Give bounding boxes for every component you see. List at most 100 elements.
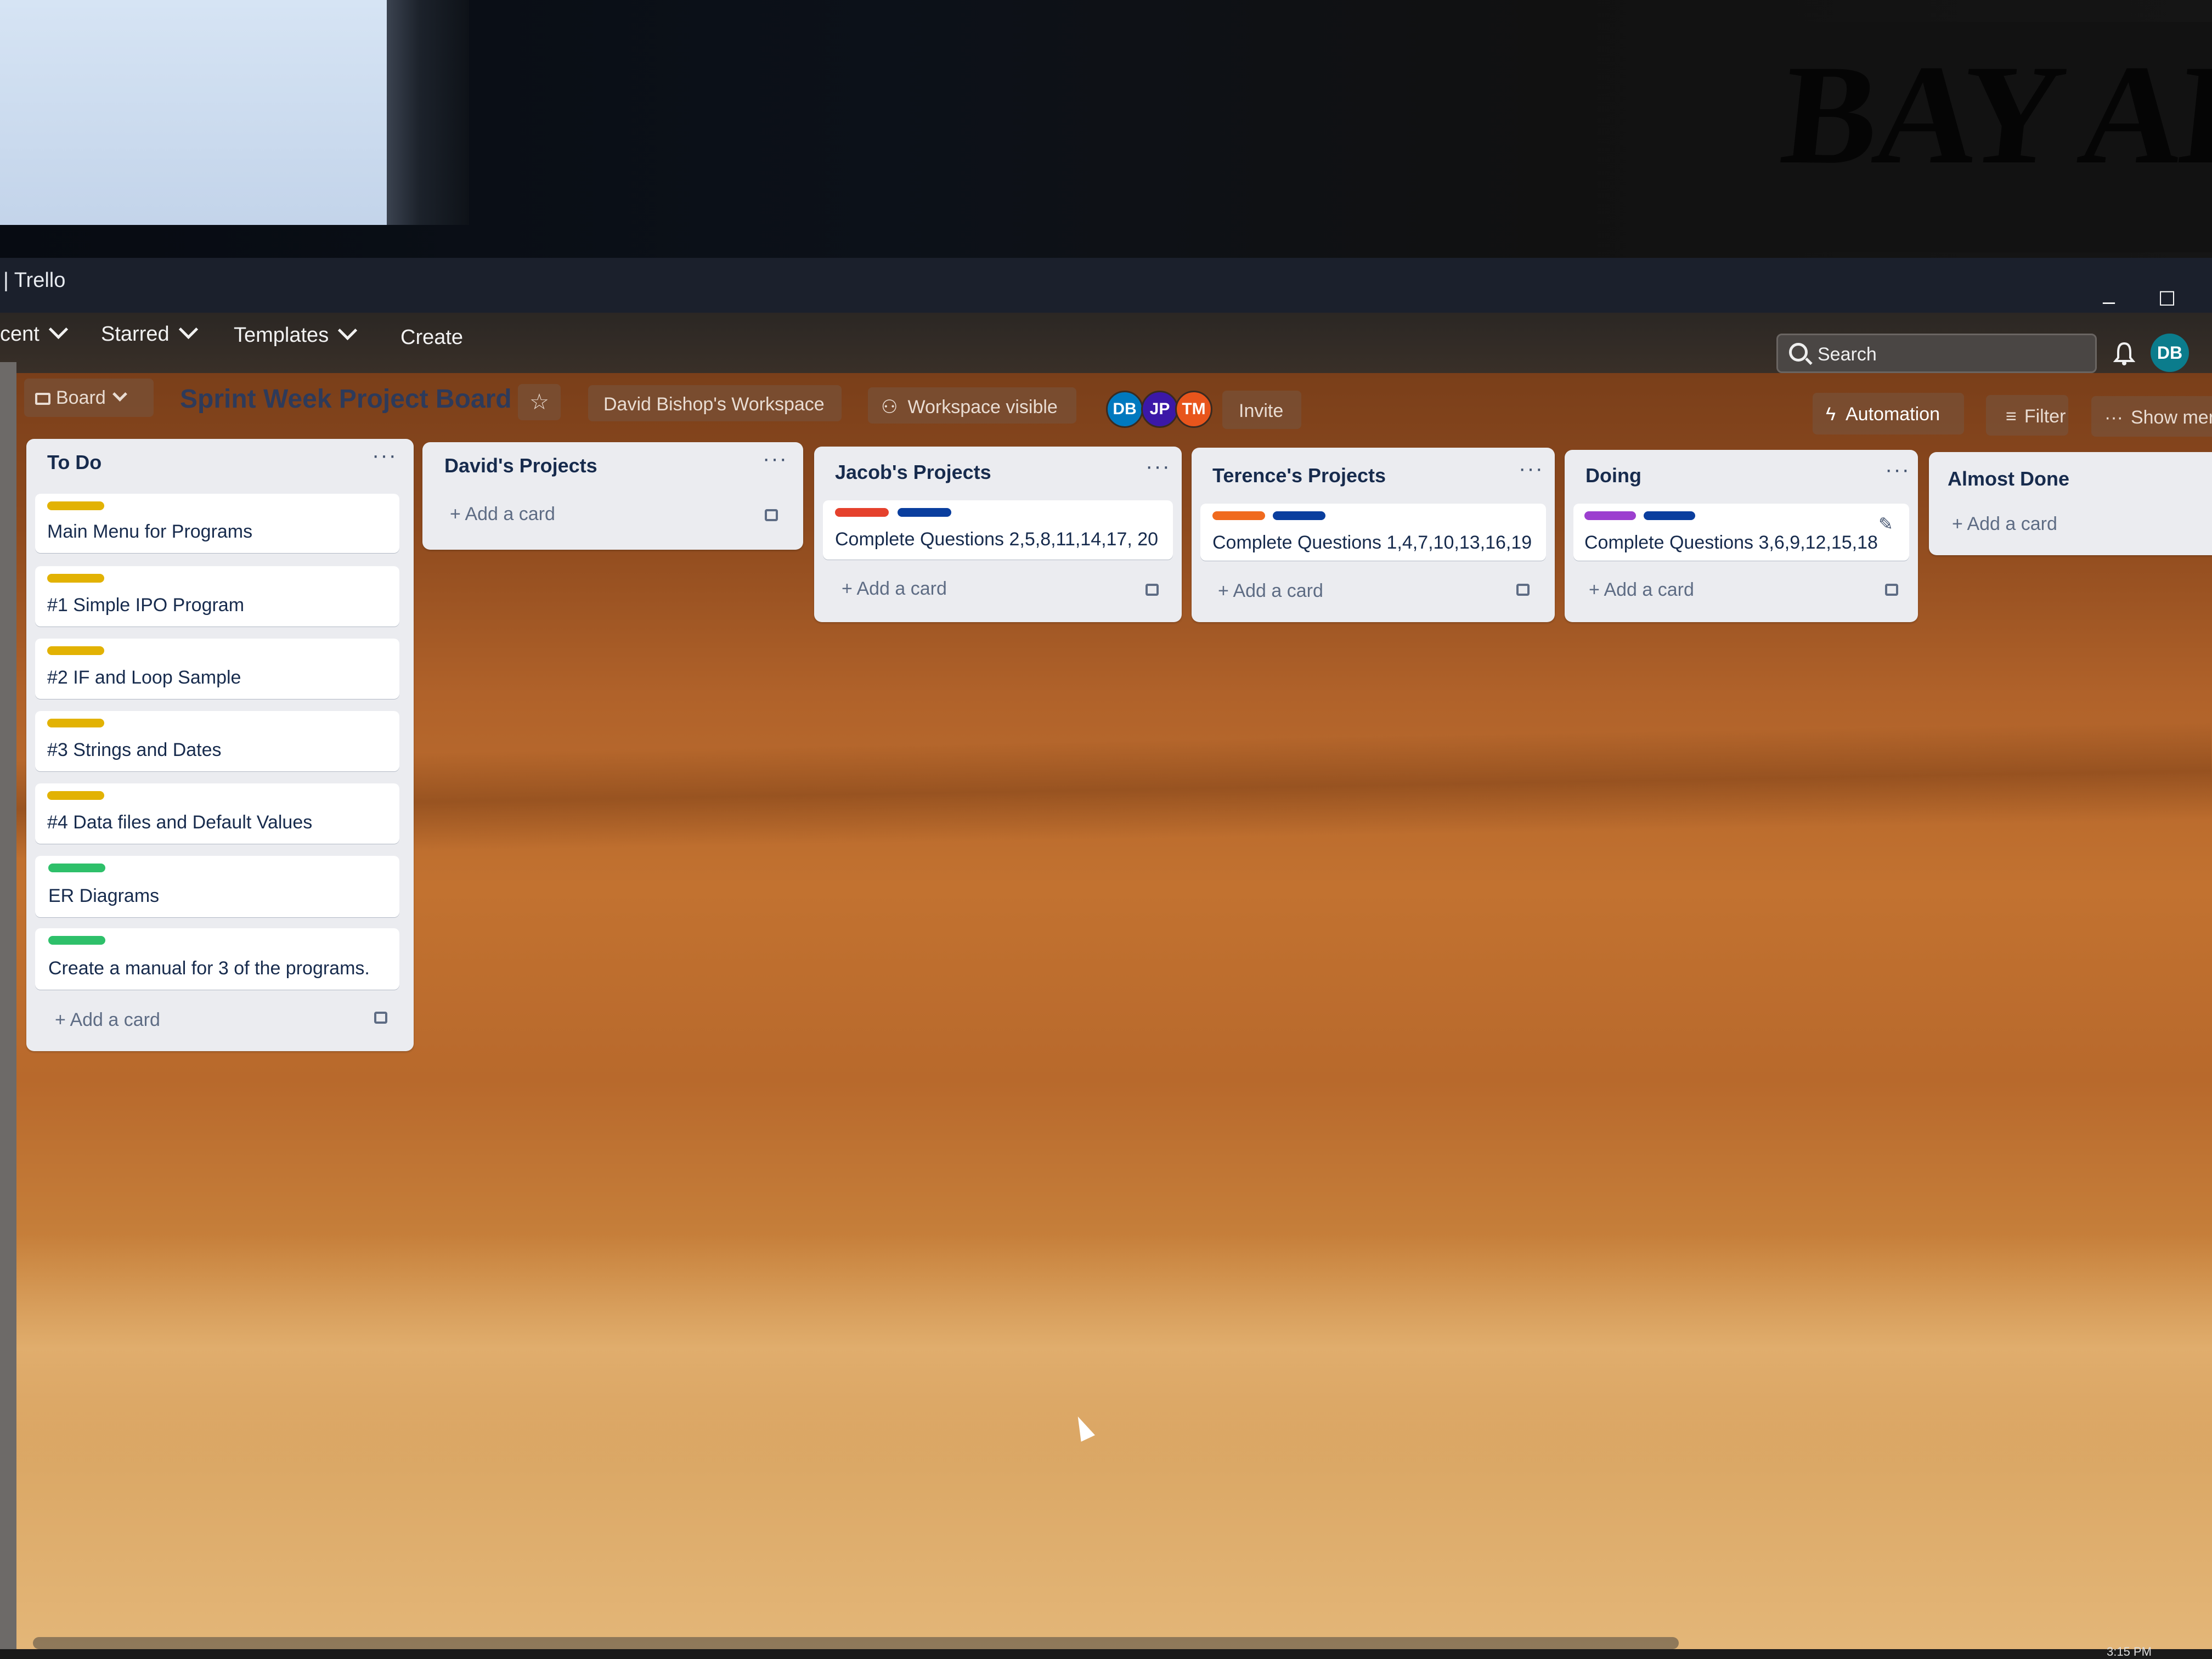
card-label (47, 719, 104, 727)
card[interactable]: #1 Simple IPO Program (35, 566, 399, 627)
add-card-label: Add a card (1967, 514, 2057, 534)
background-window-light (0, 0, 387, 225)
window-title: | Trello (3, 269, 66, 292)
card[interactable]: Main Menu for Programs (35, 494, 399, 553)
member-avatar-jp[interactable]: JP (1141, 391, 1178, 428)
card-template-icon[interactable] (1516, 584, 1530, 596)
card-label (48, 864, 105, 872)
list-title[interactable]: Doing (1585, 464, 1641, 487)
background-window-frame (387, 0, 469, 225)
add-card-label: Add a card (1233, 580, 1323, 601)
list-almost-done: Almost Done + Add a card (1929, 452, 2212, 555)
card[interactable]: Complete Questions 1,4,7,10,13,16,19 (1200, 504, 1546, 561)
add-card-label: Add a card (1604, 579, 1694, 600)
workspace-button[interactable]: David Bishop's Workspace (588, 385, 842, 421)
board-view-switcher[interactable]: Board (24, 379, 154, 417)
card-title: Complete Questions 1,4,7,10,13,16,19 (1212, 532, 1532, 553)
chevron-down-icon (112, 387, 127, 402)
list-title[interactable]: David's Projects (444, 454, 597, 477)
add-card-button[interactable]: + Add a card (1589, 579, 1694, 601)
search-placeholder: Search (1818, 344, 1877, 365)
card-template-icon[interactable] (765, 509, 778, 521)
filter-icon: ≡ (2006, 406, 2017, 427)
automation-button[interactable]: ϟ Automation (1813, 393, 1964, 435)
card[interactable]: #2 IF and Loop Sample (35, 639, 399, 699)
invite-button[interactable]: Invite (1222, 391, 1301, 429)
list-title[interactable]: To Do (47, 451, 101, 474)
list-jacobs-projects: Jacob's Projects ··· Complete Questions … (814, 447, 1182, 622)
card[interactable]: #3 Strings and Dates (35, 711, 399, 771)
nav-starred-label: Starred (101, 323, 170, 346)
list-title[interactable]: Terence's Projects (1212, 464, 1386, 487)
add-card-button[interactable]: + Add a card (450, 504, 555, 525)
horizontal-scrollbar[interactable] (33, 1637, 1679, 1649)
show-menu-label: Show mer (2130, 407, 2212, 428)
member-avatar-tm[interactable]: TM (1175, 391, 1212, 428)
list-menu-icon[interactable]: ··· (1146, 455, 1170, 477)
list-davids-projects: David's Projects ··· + Add a card (422, 442, 803, 550)
title-bar (0, 258, 2212, 313)
visibility-button[interactable]: ⚇ Workspace visible (868, 387, 1076, 424)
show-menu-button[interactable]: ··· Show mer (2091, 396, 2212, 437)
star-icon: ☆ (529, 390, 549, 414)
visibility-label: Workspace visible (907, 397, 1058, 417)
list-terences-projects: Terence's Projects ··· Complete Question… (1192, 448, 1555, 622)
bell-icon[interactable] (2113, 341, 2135, 365)
card[interactable]: ER Diagrams (35, 856, 399, 917)
card-template-icon[interactable] (374, 1012, 387, 1024)
card-title: #4 Data files and Default Values (47, 812, 313, 833)
list-doing: Doing ··· Complete Questions 3,6,9,12,15… (1565, 450, 1918, 622)
card-title: ER Diagrams (48, 885, 160, 906)
add-card-button[interactable]: + Add a card (1218, 580, 1323, 602)
add-card-button[interactable]: + Add a card (55, 1009, 160, 1031)
nav-templates[interactable]: Templates (234, 320, 358, 347)
search-icon (1789, 343, 1808, 362)
list-menu-icon[interactable]: ··· (372, 444, 396, 466)
card-label (47, 791, 104, 800)
chevron-down-icon (178, 319, 198, 340)
list-menu-icon[interactable]: ··· (1885, 459, 1909, 481)
nav-templates-label: Templates (234, 324, 329, 347)
plus-icon: + (1589, 579, 1604, 600)
board-title[interactable]: Sprint Week Project Board (180, 384, 512, 414)
card-title: #2 IF and Loop Sample (47, 667, 241, 688)
member-avatar-db[interactable]: DB (1106, 391, 1143, 428)
add-card-button[interactable]: + Add a card (1952, 514, 2057, 535)
list-menu-icon[interactable]: ··· (1519, 458, 1543, 479)
card[interactable]: Complete Questions 3,6,9,12,15,18 ✎ (1573, 504, 1909, 561)
maximize-button[interactable]: ☐ (2151, 283, 2183, 315)
search-input[interactable]: Search (1776, 334, 2097, 373)
board-view-label: Board (56, 387, 106, 408)
create-button[interactable]: Create (400, 326, 463, 349)
star-board-button[interactable]: ☆ (518, 384, 561, 420)
user-avatar[interactable]: DB (2151, 334, 2189, 372)
dune-highlight (0, 1234, 2212, 1465)
card-template-icon[interactable] (1885, 584, 1898, 596)
card-title: #1 Simple IPO Program (47, 595, 245, 616)
list-title[interactable]: Jacob's Projects (835, 461, 991, 484)
card-label (47, 501, 104, 510)
card[interactable]: #4 Data files and Default Values (35, 783, 399, 844)
card-label (48, 936, 105, 945)
automation-label: Automation (1846, 404, 1940, 425)
taskbar (0, 1649, 2212, 1659)
list-title[interactable]: Almost Done (1948, 467, 2069, 490)
plus-icon: + (55, 1009, 70, 1030)
plus-icon: + (1952, 514, 1967, 534)
card-label-blue (1273, 511, 1325, 520)
card-title: Complete Questions 3,6,9,12,15,18 (1584, 532, 1878, 553)
card-title: Create a manual for 3 of the programs. (48, 958, 370, 979)
nav-recent[interactable]: cent (0, 319, 69, 346)
add-card-button[interactable]: + Add a card (842, 578, 947, 600)
card-label-blue (898, 508, 951, 517)
edit-pencil-icon[interactable]: ✎ (1878, 514, 1893, 534)
card-title: Complete Questions 2,5,8,11,14,17, 20 (835, 529, 1159, 550)
card[interactable]: Create a manual for 3 of the programs. (35, 928, 399, 990)
more-icon: ··· (2104, 407, 2123, 428)
nav-starred[interactable]: Starred (101, 319, 198, 346)
card[interactable]: Complete Questions 2,5,8,11,14,17, 20 (823, 500, 1173, 560)
nav-recent-label: cent (0, 323, 40, 346)
list-menu-icon[interactable]: ··· (763, 448, 787, 470)
filter-button[interactable]: ≡ Filter (1986, 395, 2068, 436)
card-template-icon[interactable] (1146, 584, 1159, 596)
